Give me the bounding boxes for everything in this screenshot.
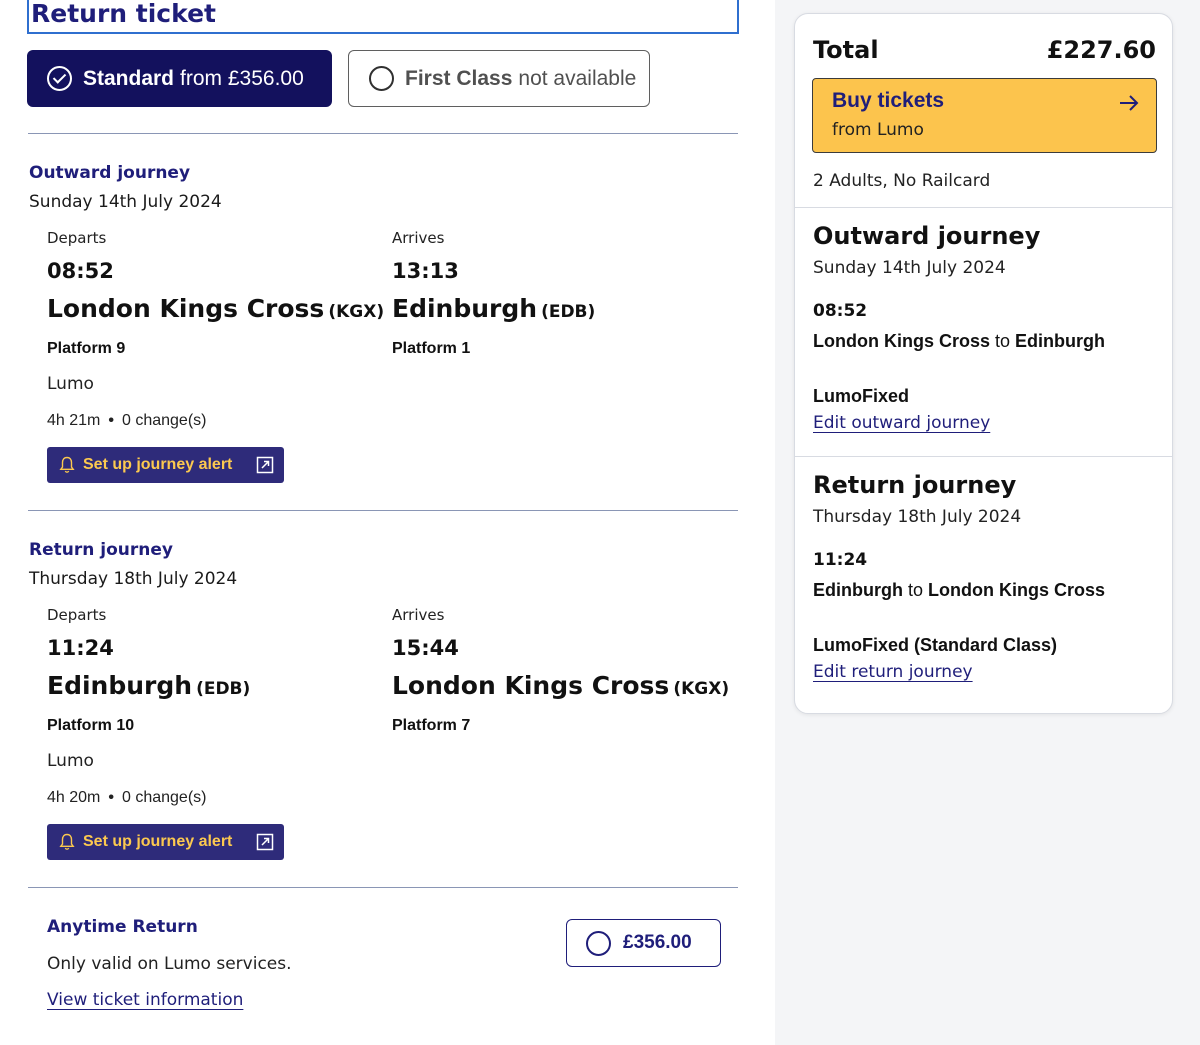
standard-price: from £356.00 [180,66,304,90]
summary-outward-route: London Kings Cross to Edinburgh [813,331,1105,352]
card-divider [795,456,1172,457]
buy-tickets-operator: from Lumo [832,120,924,140]
summary-return-time: 11:24 [813,550,868,570]
return-arrival-time: 15:44 [392,636,459,660]
outward-departure-time: 08:52 [47,259,114,283]
return-date: Thursday 18th July 2024 [29,569,238,589]
edit-outward-journey-link[interactable]: Edit outward journey [813,413,990,433]
route-from: Edinburgh [813,580,903,600]
duration: 4h 20m [47,789,101,806]
fare-description: Only valid on Lumo services. [47,954,292,974]
divider [28,887,738,888]
edit-return-journey-link[interactable]: Edit return journey [813,662,973,682]
divider [28,133,738,134]
first-class-button[interactable]: First Class not available [348,50,650,107]
buy-tickets-button[interactable]: Buy tickets from Lumo [812,78,1157,153]
outward-arrives-label: Arrives [392,229,445,247]
station-name: London Kings Cross [47,294,325,323]
fare-select-button[interactable]: £356.00 [566,919,721,967]
return-operator: Lumo [47,751,94,771]
outward-departure-platform: Platform 9 [47,340,126,357]
first-class-label: First Class [405,66,513,90]
external-link-icon [256,833,274,851]
outward-date: Sunday 14th July 2024 [29,192,222,212]
station-code: (KGX) [328,302,385,322]
external-link-icon [256,456,274,474]
standard-label: Standard [83,66,175,90]
return-heading: Return journey [29,540,173,560]
station-code: (EDB) [541,302,596,322]
station-name: Edinburgh [392,294,538,323]
outward-journey-alert-button[interactable]: Set up journey alert [47,447,284,483]
station-code: (KGX) [673,679,730,699]
outward-departs-label: Departs [47,229,107,247]
return-departure-platform: Platform 10 [47,717,135,734]
outward-heading: Outward journey [29,163,191,183]
return-departs-label: Departs [47,606,107,624]
changes: 0 change(s) [121,789,207,806]
bell-icon [59,833,75,850]
return-arrival-platform: Platform 7 [392,717,471,734]
outward-departure-station: London Kings Cross (KGX) [47,294,384,323]
journey-summary-card: Total £227.60 Buy tickets from Lumo 2 Ad… [794,13,1173,714]
route-to: Edinburgh [1015,331,1106,351]
first-class-status: not available [518,66,637,90]
bell-icon [59,456,75,473]
summary-return-route: Edinburgh to London Kings Cross [813,580,1105,601]
route-from: London Kings Cross [813,331,990,351]
summary-return-date: Thursday 18th July 2024 [813,507,1022,527]
alert-label: Set up journey alert [83,833,233,850]
return-departure-time: 11:24 [47,636,114,660]
route-to-word: to [995,331,1011,351]
route-to: London Kings Cross [928,580,1106,600]
empty-radio-icon [369,66,394,91]
summary-outward-time: 08:52 [813,301,868,321]
check-circle-icon [47,66,72,91]
ticket-type-title: Return ticket [27,0,739,34]
empty-radio-icon [586,930,611,956]
return-departure-station: Edinburgh (EDB) [47,671,250,700]
divider [28,510,738,511]
station-name: London Kings Cross [392,671,670,700]
summary-outward-fare: LumoFixed [813,386,910,406]
fare-name: Anytime Return [47,917,198,937]
outward-arrival-station: Edinburgh (EDB) [392,294,595,323]
changes: 0 change(s) [121,412,207,429]
duration: 4h 21m [47,412,101,429]
fare-price: £356.00 [623,932,692,953]
total-price: £227.60 [1046,36,1156,64]
return-arrival-station: London Kings Cross (KGX) [392,671,729,700]
ticket-options-panel: Return ticket Standard from £356.00 Firs… [0,0,775,1045]
standard-class-button[interactable]: Standard from £356.00 [27,50,332,107]
outward-arrival-platform: Platform 1 [392,340,471,357]
view-ticket-information-link[interactable]: View ticket information [47,990,243,1010]
outward-arrival-time: 13:13 [392,259,459,283]
total-label: Total [813,36,879,64]
station-code: (EDB) [196,679,251,699]
summary-return-heading: Return journey [813,471,1017,499]
buy-tickets-label: Buy tickets [832,89,945,112]
summary-outward-date: Sunday 14th July 2024 [813,258,1006,278]
summary-return-fare: LumoFixed (Standard Class) [813,635,1058,655]
route-to-word: to [908,580,924,600]
outward-operator: Lumo [47,374,94,394]
summary-outward-heading: Outward journey [813,222,1041,250]
return-duration-line: 4h 20m • 0 change(s) [47,789,207,806]
return-journey-alert-button[interactable]: Set up journey alert [47,824,284,860]
passenger-summary: 2 Adults, No Railcard [813,171,991,191]
alert-label: Set up journey alert [83,456,233,473]
arrow-right-icon [1120,95,1139,111]
return-arrives-label: Arrives [392,606,445,624]
card-divider [795,207,1172,208]
outward-duration-line: 4h 21m • 0 change(s) [47,412,207,429]
station-name: Edinburgh [47,671,193,700]
